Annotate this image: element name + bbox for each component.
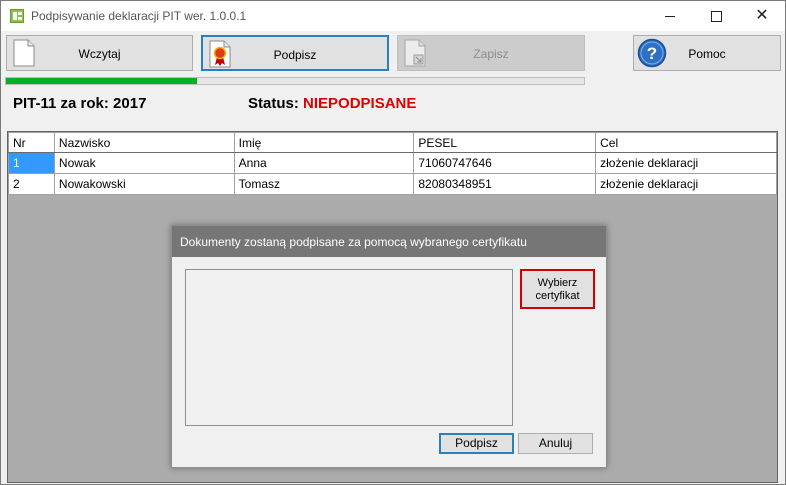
title-bar[interactable]: Podpisywanie deklaracji PIT wer. 1.0.0.1…: [1, 1, 785, 31]
table-header-row: Nr Nazwisko Imię PESEL Cel: [8, 132, 777, 153]
help-button-label: Pomoc: [688, 47, 726, 61]
table-cell[interactable]: Anna: [233, 152, 415, 174]
maximize-button[interactable]: [693, 1, 739, 31]
save-button[interactable]: Zapisz: [397, 35, 585, 71]
status-caption: Status:: [248, 95, 299, 112]
help-button[interactable]: ? Pomoc: [633, 35, 781, 71]
dialog-cancel-button[interactable]: Anuluj: [518, 433, 593, 454]
dialog-sign-button[interactable]: Podpisz: [439, 433, 514, 454]
choose-certificate-label-2: certyfikat: [535, 290, 580, 302]
column-header-name[interactable]: Imię: [233, 132, 415, 153]
certificate-dialog: Dokumenty zostaną podpisane za pomocą wy…: [171, 225, 607, 468]
save-button-label: Zapisz: [473, 47, 509, 61]
load-button[interactable]: Wczytaj: [6, 35, 193, 71]
choose-certificate-label-1: Wybierz: [537, 277, 578, 289]
dialog-title: Dokumenty zostaną podpisane za pomocą wy…: [180, 235, 527, 249]
table-cell[interactable]: złożenie deklaracji: [595, 173, 777, 195]
table-cell[interactable]: Nowakowski: [53, 173, 235, 195]
status-value: NIEPODPISANE: [303, 95, 417, 112]
table-cell[interactable]: złożenie deklaracji: [595, 152, 777, 174]
table-cell[interactable]: 1: [8, 152, 55, 174]
progress-fill: [6, 78, 197, 84]
close-button[interactable]: ✕: [739, 1, 785, 31]
maximize-icon: [710, 10, 722, 22]
sign-button[interactable]: Podpisz: [201, 35, 389, 71]
declarations-table: Nr Nazwisko Imię PESEL Cel 1 Nowak Anna …: [8, 132, 777, 195]
app-icon: [10, 9, 24, 23]
minimize-button[interactable]: [647, 1, 693, 31]
dialog-title-bar[interactable]: Dokumenty zostaną podpisane za pomocą wy…: [172, 226, 606, 257]
table-cell[interactable]: 82080348951: [413, 173, 597, 195]
table-cell[interactable]: Nowak: [53, 152, 235, 174]
pit-year-label: PIT-11 za rok: 2017: [13, 95, 147, 112]
column-header-pesel[interactable]: PESEL: [413, 132, 597, 153]
load-button-label: Wczytaj: [78, 47, 121, 61]
progress-bar: [5, 77, 585, 85]
table-cell[interactable]: Tomasz: [233, 173, 415, 195]
column-header-nr[interactable]: Nr: [8, 132, 55, 153]
sign-button-label: Podpisz: [273, 48, 317, 62]
choose-certificate-button[interactable]: Wybierz certyfikat: [520, 269, 595, 309]
status-label: Status: NIEPODPISANE: [248, 95, 416, 112]
table-row[interactable]: 2 Nowakowski Tomasz 82080348951 złożenie…: [8, 173, 777, 195]
minimize-icon: [665, 15, 675, 17]
certificate-list[interactable]: [185, 269, 513, 426]
column-header-surname[interactable]: Nazwisko: [53, 132, 235, 153]
table-cell[interactable]: 2: [8, 173, 55, 195]
window-title: Podpisywanie deklaracji PIT wer. 1.0.0.1: [31, 9, 247, 23]
table-cell[interactable]: 71060747646: [413, 152, 597, 174]
column-header-purpose[interactable]: Cel: [595, 132, 777, 153]
table-row[interactable]: 1 Nowak Anna 71060747646 złożenie deklar…: [8, 152, 777, 174]
close-icon: ✕: [755, 7, 769, 24]
